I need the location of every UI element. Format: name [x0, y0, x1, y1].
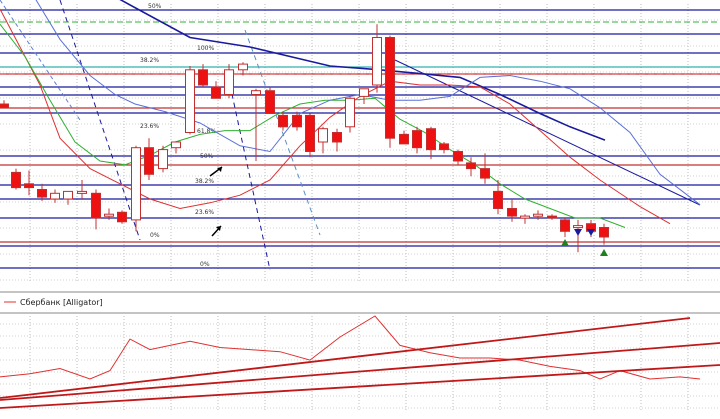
candle-body [198, 69, 208, 86]
candle-body [224, 69, 234, 96]
fib-level-label: 0% [150, 232, 160, 239]
fib-level-label: 38.2% [140, 57, 159, 64]
candle-body [144, 147, 154, 175]
candle-body [131, 147, 141, 221]
candle-body [507, 208, 517, 217]
candle-body [91, 192, 101, 219]
fib-level-label: 50% [148, 3, 162, 10]
candle-body [11, 171, 21, 189]
fib-level-label: 38.2% [195, 178, 214, 185]
candle-body [385, 37, 395, 139]
candle-body [238, 63, 248, 71]
candle-body [305, 114, 315, 152]
chart-background [0, 0, 720, 415]
candle-body [50, 192, 60, 200]
candle-body [345, 97, 355, 128]
candle-body [158, 149, 168, 170]
fib-level-label: 100% [197, 45, 214, 52]
candle-body [63, 190, 73, 200]
candle-body [399, 133, 409, 145]
oscillator-legend: Сбербанк [Alligator] [20, 298, 103, 307]
candle-body [332, 132, 342, 143]
candle-body [573, 225, 583, 229]
candle-body [520, 215, 530, 219]
candle-body [251, 90, 261, 95]
candle-body [560, 219, 570, 232]
candle-body [372, 37, 382, 86]
candle-body [265, 90, 275, 114]
candle-body [211, 86, 221, 99]
candle-body [37, 189, 47, 198]
candle-body [426, 128, 436, 151]
candle-body [292, 114, 302, 128]
candle-body [77, 190, 87, 194]
fib-level-label: 23.6% [195, 209, 214, 216]
candle-body [412, 130, 422, 149]
chart-area: 50% 38.2% 23.6% 0% 100% 61.8% 50% 38.2% 23.6% 0% … [0, 0, 720, 415]
candle-body [359, 88, 369, 97]
fib-level-label: 50% [200, 153, 214, 160]
candle-body [185, 69, 195, 134]
candle-body [318, 128, 328, 143]
candle-body [439, 143, 449, 151]
candle-body [547, 215, 557, 219]
fib-level-label: 0% [200, 261, 210, 268]
candle-body [599, 227, 609, 238]
candle-body [466, 162, 476, 170]
candle-body [117, 211, 127, 223]
fib-level-label: 23.6% [140, 123, 159, 130]
candle-body [453, 151, 463, 162]
candle-body [533, 213, 543, 217]
candle-body [104, 213, 114, 217]
chart-svg: 50%38.2%23.6%0%100%61.8%50%38.2%23.6%0% … [0, 0, 720, 415]
candle-body [480, 168, 490, 179]
candle-body [493, 190, 503, 209]
candle-body [171, 141, 181, 149]
candle-body [0, 103, 9, 109]
candle-body [24, 183, 34, 189]
candle-body [278, 114, 288, 128]
